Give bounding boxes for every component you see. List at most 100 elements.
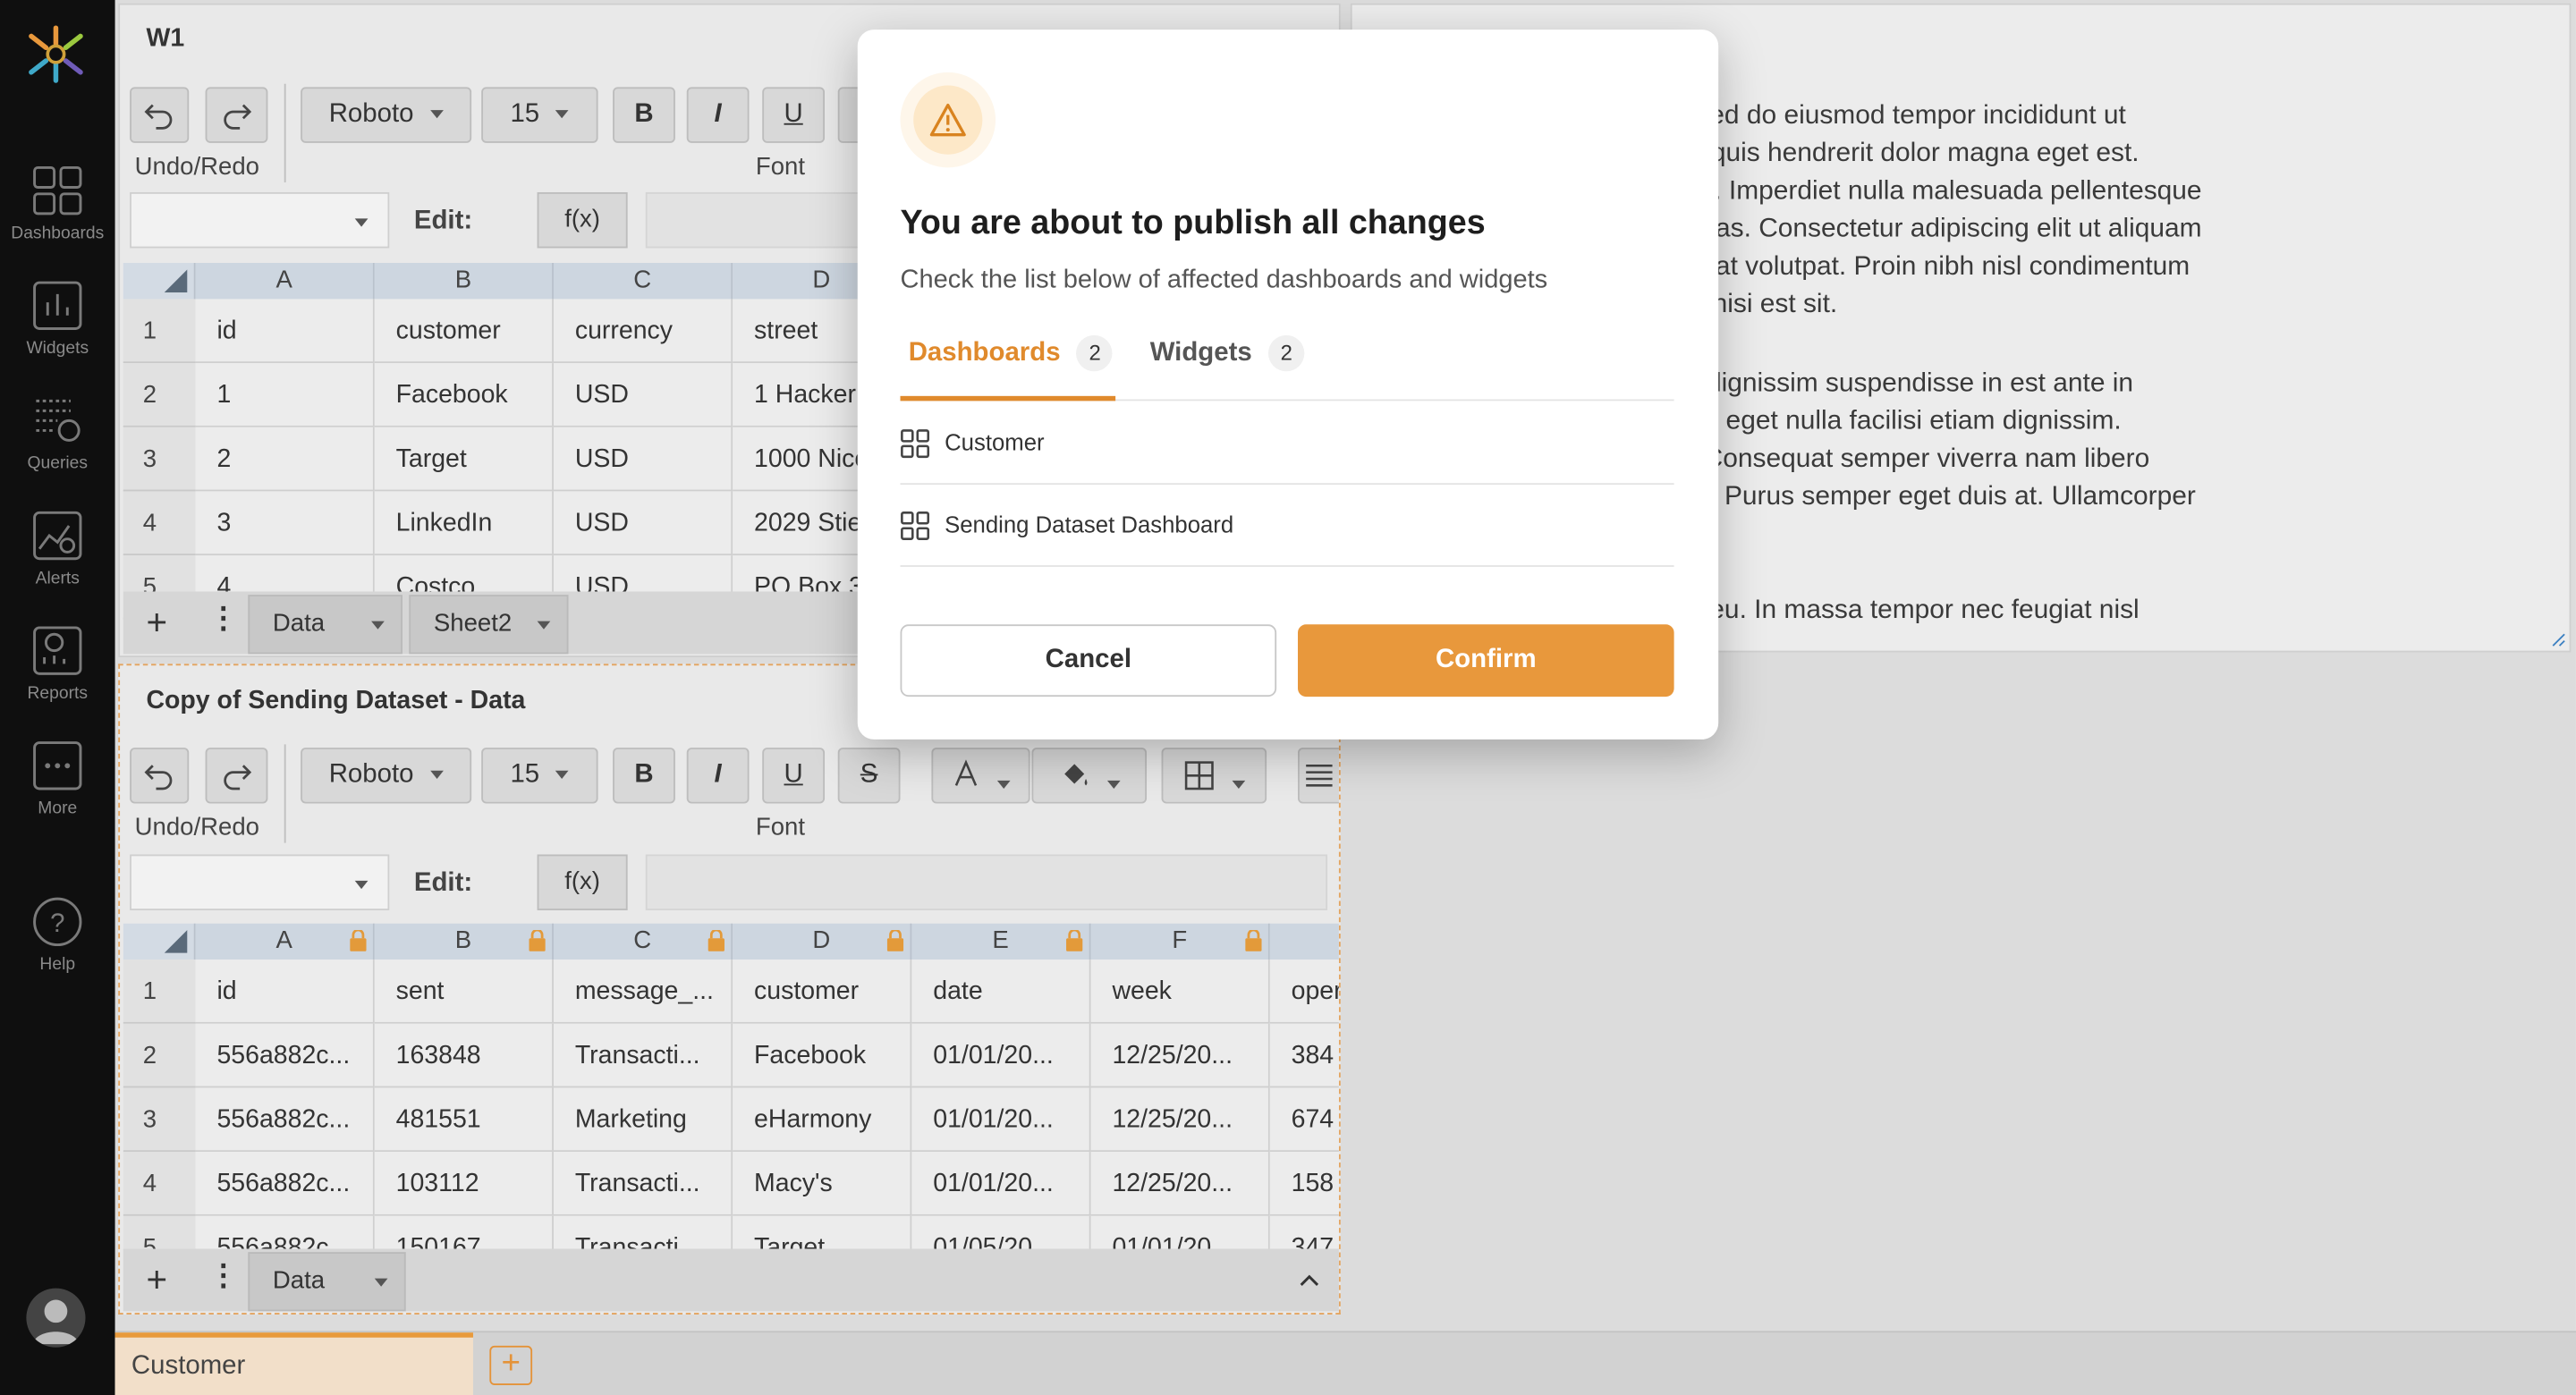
column-header[interactable]: D: [733, 923, 912, 960]
row-header[interactable]: 2: [123, 1023, 196, 1088]
cell-reference-select[interactable]: [130, 191, 390, 249]
table-cell[interactable]: id: [195, 960, 375, 1024]
table-cell[interactable]: LinkedIn: [374, 491, 554, 556]
confirm-button[interactable]: Confirm: [1297, 624, 1674, 698]
table-cell[interactable]: 01/01/20...: [911, 1023, 1091, 1088]
borders-button[interactable]: [1161, 748, 1267, 804]
table-cell[interactable]: week: [1090, 960, 1270, 1024]
column-header[interactable]: A: [195, 263, 375, 300]
dashboard-tab-customer[interactable]: Customer: [114, 1332, 473, 1395]
cancel-button[interactable]: Cancel: [900, 624, 1277, 698]
table-cell[interactable]: date: [911, 960, 1091, 1024]
column-header[interactable]: B: [374, 923, 554, 960]
sheet-tab-sheet2[interactable]: Sheet2: [409, 595, 569, 655]
function-button[interactable]: f(x): [537, 854, 628, 910]
underline-button[interactable]: U: [762, 87, 826, 143]
sheet-tab-data[interactable]: Data: [248, 1252, 406, 1312]
nav-reports[interactable]: Reports: [0, 624, 115, 732]
redo-button[interactable]: [205, 87, 268, 143]
row-header[interactable]: 2: [123, 363, 196, 427]
table-cell[interactable]: currency: [553, 299, 733, 364]
table-cell[interactable]: 12/25/20...: [1090, 1087, 1270, 1153]
table-cell[interactable]: USD: [553, 427, 733, 492]
nav-alerts[interactable]: Alerts: [0, 510, 115, 618]
table-cell[interactable]: 556a882c...: [195, 1023, 375, 1088]
table-cell[interactable]: sent: [374, 960, 554, 1024]
underline-button[interactable]: U: [762, 748, 826, 804]
resize-handle-icon[interactable]: [2550, 631, 2566, 647]
undo-button[interactable]: [130, 87, 190, 143]
italic-button[interactable]: I: [686, 748, 750, 804]
app-logo-icon[interactable]: [25, 23, 88, 86]
chevron-up-icon[interactable]: [1300, 1272, 1319, 1288]
table-cell[interactable]: 12/25/20...: [1090, 1023, 1270, 1088]
nav-queries[interactable]: Queries: [0, 394, 115, 503]
table-cell[interactable]: 556a882c...: [195, 1215, 375, 1249]
table-cell[interactable]: Macy's: [733, 1152, 912, 1216]
table-cell[interactable]: 481551: [374, 1087, 554, 1153]
table-cell[interactable]: 163848: [374, 1023, 554, 1088]
table-cell[interactable]: message_...: [553, 960, 733, 1024]
row-header[interactable]: 4: [123, 491, 196, 556]
table-cell[interactable]: oper: [1269, 960, 1339, 1024]
table-cell[interactable]: 347: [1269, 1215, 1339, 1249]
table-cell[interactable]: 556a882c...: [195, 1152, 375, 1216]
fill-color-button[interactable]: [1031, 748, 1148, 804]
table-cell[interactable]: Target: [733, 1215, 912, 1249]
sheet-tab-data[interactable]: Data: [248, 595, 402, 655]
sheet-menu-button[interactable]: ⋮: [208, 602, 238, 637]
table-cell[interactable]: 01/01/20...: [911, 1087, 1091, 1153]
row-header[interactable]: 1: [123, 299, 196, 364]
row-header[interactable]: 1: [123, 960, 196, 1024]
select-all-corner[interactable]: [123, 923, 196, 960]
align-button[interactable]: [1297, 748, 1339, 804]
font-size-select[interactable]: 15: [481, 87, 598, 143]
table-cell[interactable]: 384: [1269, 1023, 1339, 1088]
nav-dashboards[interactable]: Dashboards: [0, 165, 115, 273]
table-cell[interactable]: 103112: [374, 1152, 554, 1216]
table-cell[interactable]: eHarmony: [733, 1087, 912, 1153]
nav-more[interactable]: More: [0, 740, 115, 848]
table-cell[interactable]: 2: [195, 427, 375, 492]
table-cell[interactable]: 12/25/20...: [1090, 1152, 1270, 1216]
table-cell[interactable]: Facebook: [374, 363, 554, 427]
undo-button[interactable]: [130, 748, 190, 804]
table-cell[interactable]: Transacti...: [553, 1215, 733, 1249]
add-sheet-button[interactable]: +: [146, 602, 167, 645]
sheet-menu-button[interactable]: ⋮: [208, 1259, 238, 1294]
table-cell[interactable]: Transacti...: [553, 1152, 733, 1216]
table-cell[interactable]: 1: [195, 363, 375, 427]
table-cell[interactable]: customer: [733, 960, 912, 1024]
add-dashboard-button[interactable]: +: [489, 1345, 533, 1386]
formula-input[interactable]: [645, 854, 1328, 910]
font-family-select[interactable]: Roboto: [301, 748, 472, 804]
table-cell[interactable]: 01/01/20...: [1090, 1215, 1270, 1249]
nav-help[interactable]: ? Help: [0, 895, 115, 1003]
font-size-select[interactable]: 15: [481, 748, 598, 804]
table-cell[interactable]: 150167: [374, 1215, 554, 1249]
table-cell[interactable]: 01/05/20...: [911, 1215, 1091, 1249]
table-cell[interactable]: 158: [1269, 1152, 1339, 1216]
column-header[interactable]: [1269, 923, 1339, 960]
bold-button[interactable]: B: [613, 748, 675, 804]
table-cell[interactable]: customer: [374, 299, 554, 364]
table-cell[interactable]: Facebook: [733, 1023, 912, 1088]
table-cell[interactable]: 3: [195, 491, 375, 556]
function-button[interactable]: f(x): [537, 191, 628, 249]
table-cell[interactable]: USD: [553, 363, 733, 427]
cell-reference-select[interactable]: [130, 854, 390, 910]
row-header[interactable]: 4: [123, 1152, 196, 1216]
table-cell[interactable]: Transacti...: [553, 1023, 733, 1088]
italic-button[interactable]: I: [686, 87, 750, 143]
table-cell[interactable]: 01/01/20...: [911, 1152, 1091, 1216]
row-header[interactable]: 3: [123, 427, 196, 492]
column-header[interactable]: B: [374, 263, 554, 300]
add-sheet-button[interactable]: +: [146, 1259, 167, 1302]
strikethrough-button[interactable]: S: [837, 748, 901, 804]
font-color-button[interactable]: [931, 748, 1030, 804]
nav-widgets[interactable]: Widgets: [0, 279, 115, 387]
tab-widgets[interactable]: Widgets 2: [1150, 334, 1305, 372]
redo-button[interactable]: [205, 748, 268, 804]
row-header[interactable]: 3: [123, 1087, 196, 1153]
tab-dashboards[interactable]: Dashboards 2: [909, 334, 1114, 372]
